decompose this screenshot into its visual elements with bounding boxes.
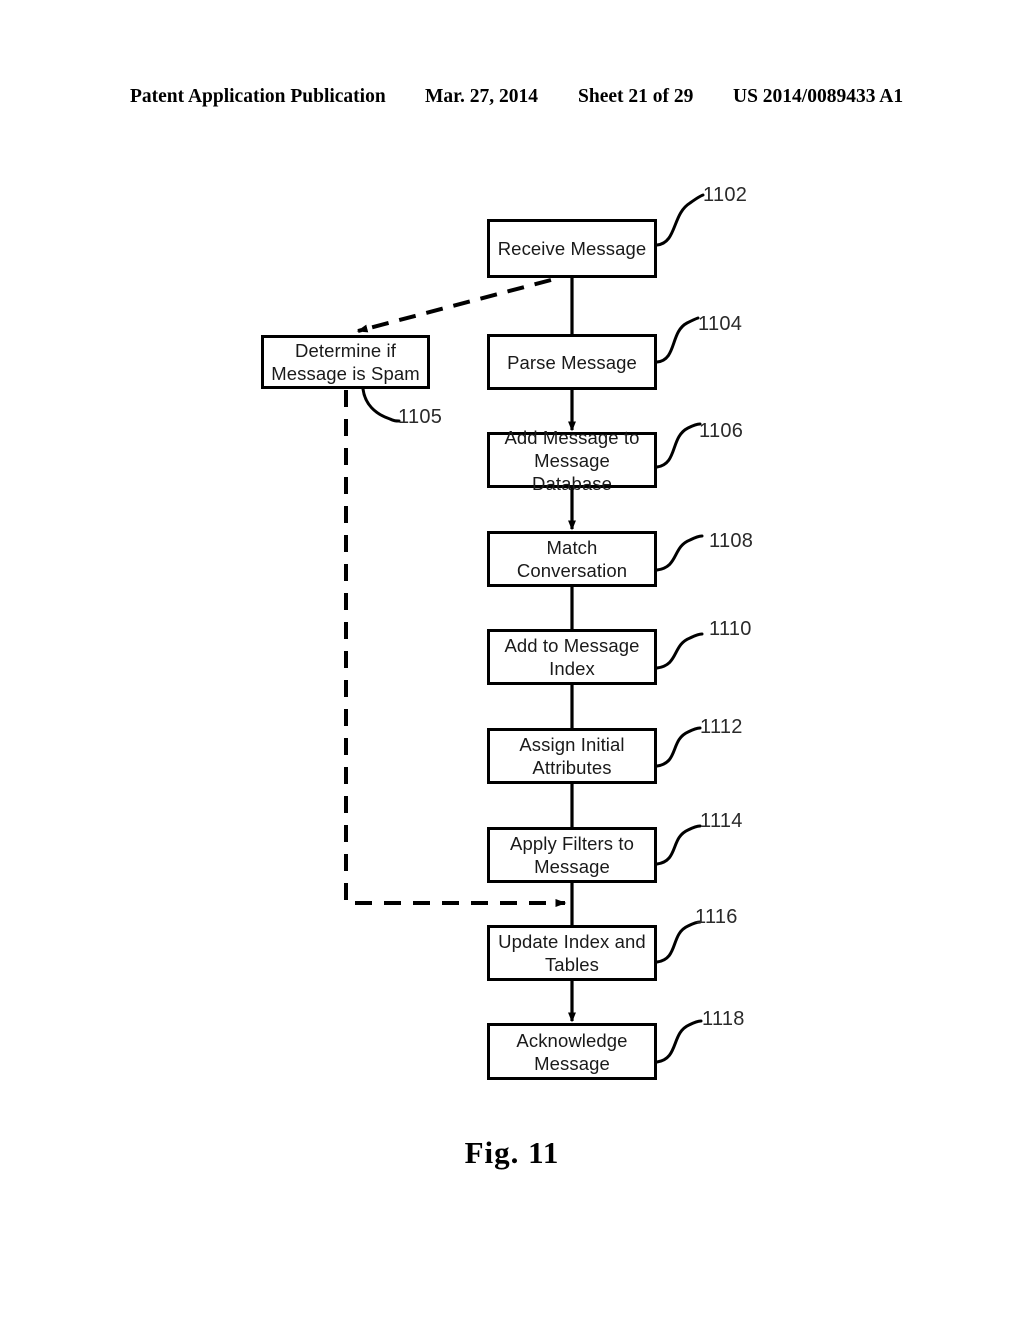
node-acknowledge-message[interactable]: Acknowledge Message (487, 1023, 657, 1080)
leader-1110 (655, 632, 704, 670)
leader-1112 (655, 726, 702, 768)
node-add-message-to-message-database[interactable]: Add Message to Message Database (487, 427, 657, 494)
node-receive-message[interactable]: Receive Message (487, 219, 657, 278)
node-add-to-message-index[interactable]: Add to Message Index (487, 629, 657, 685)
ref-numeral-1105: 1105 (398, 406, 443, 428)
node-label: Determine if Message is Spam (271, 340, 420, 384)
ref-numeral-1108: 1108 (709, 530, 754, 552)
node-label: Update Index and Tables (498, 931, 646, 975)
node-label: Match Conversation (516, 537, 628, 581)
ref-numeral-1102: 1102 (703, 184, 748, 206)
ref-numeral-1114: 1114 (700, 810, 743, 832)
leader-1108 (655, 534, 704, 572)
leader-1114 (655, 824, 702, 866)
patent-figure-page: Patent Application Publication Mar. 27, … (0, 0, 1024, 1320)
leader-1106 (655, 422, 702, 469)
node-update-index-and-tables[interactable]: Update Index and Tables (487, 925, 657, 981)
node-label: Apply Filters to Message (510, 833, 634, 877)
node-assign-initial-attributes[interactable]: Assign Initial Attributes (487, 728, 657, 784)
ref-numeral-1112: 1112 (700, 716, 743, 738)
leader-1102 (655, 193, 705, 247)
leader-1104 (655, 316, 700, 364)
node-parse-message[interactable]: Parse Message (487, 334, 657, 390)
ref-numeral-1106: 1106 (699, 420, 744, 442)
ref-numeral-1110: 1110 (709, 618, 752, 640)
node-apply-filters-to-message[interactable]: Apply Filters to Message (487, 827, 657, 883)
ref-numeral-1116: 1116 (695, 906, 738, 928)
leader-1116 (655, 920, 702, 964)
node-label: Receive Message (497, 238, 647, 259)
leader-1118 (655, 1019, 703, 1064)
node-label: Assign Initial Attributes (519, 734, 625, 778)
ref-numeral-1104: 1104 (698, 313, 743, 335)
ref-numeral-1118: 1118 (702, 1008, 745, 1030)
node-label: Add Message to Message Database (504, 426, 640, 494)
node-label: Parse Message (507, 351, 637, 373)
node-label: Acknowledge Message (516, 1029, 628, 1074)
node-match-conversation[interactable]: Match Conversation (487, 531, 657, 587)
edge-1102-1105-dashed (356, 278, 552, 333)
node-label: Add to Message Index (504, 635, 640, 679)
node-determine-if-message-is-spam[interactable]: Determine if Message is Spam (261, 335, 430, 389)
leader-1105 (361, 387, 401, 423)
